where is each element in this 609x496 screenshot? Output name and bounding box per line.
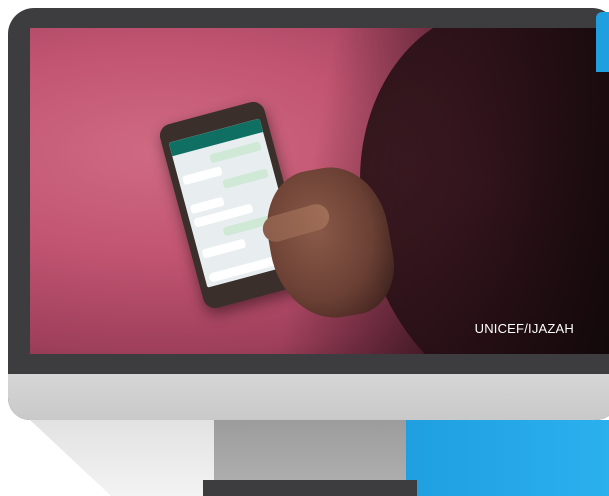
photo-credit: UNICEF/IJAZAH xyxy=(474,321,574,336)
desktop-monitor: UNICEF/IJAZAH xyxy=(8,8,609,420)
chat-bubble xyxy=(222,168,269,189)
chat-bubble xyxy=(181,166,223,186)
monitor-stand-neck xyxy=(214,420,406,480)
chat-input xyxy=(207,255,280,283)
chat-bubble xyxy=(209,141,262,164)
blue-accent-edge xyxy=(596,12,609,72)
monitor-screen: UNICEF/IJAZAH xyxy=(30,28,609,354)
blue-accent-block xyxy=(405,420,609,496)
monitor-chin xyxy=(8,374,609,420)
chat-bubble xyxy=(201,238,247,259)
monitor-stand-base xyxy=(203,480,417,496)
illustration: UNICEF/IJAZAH xyxy=(0,0,609,496)
